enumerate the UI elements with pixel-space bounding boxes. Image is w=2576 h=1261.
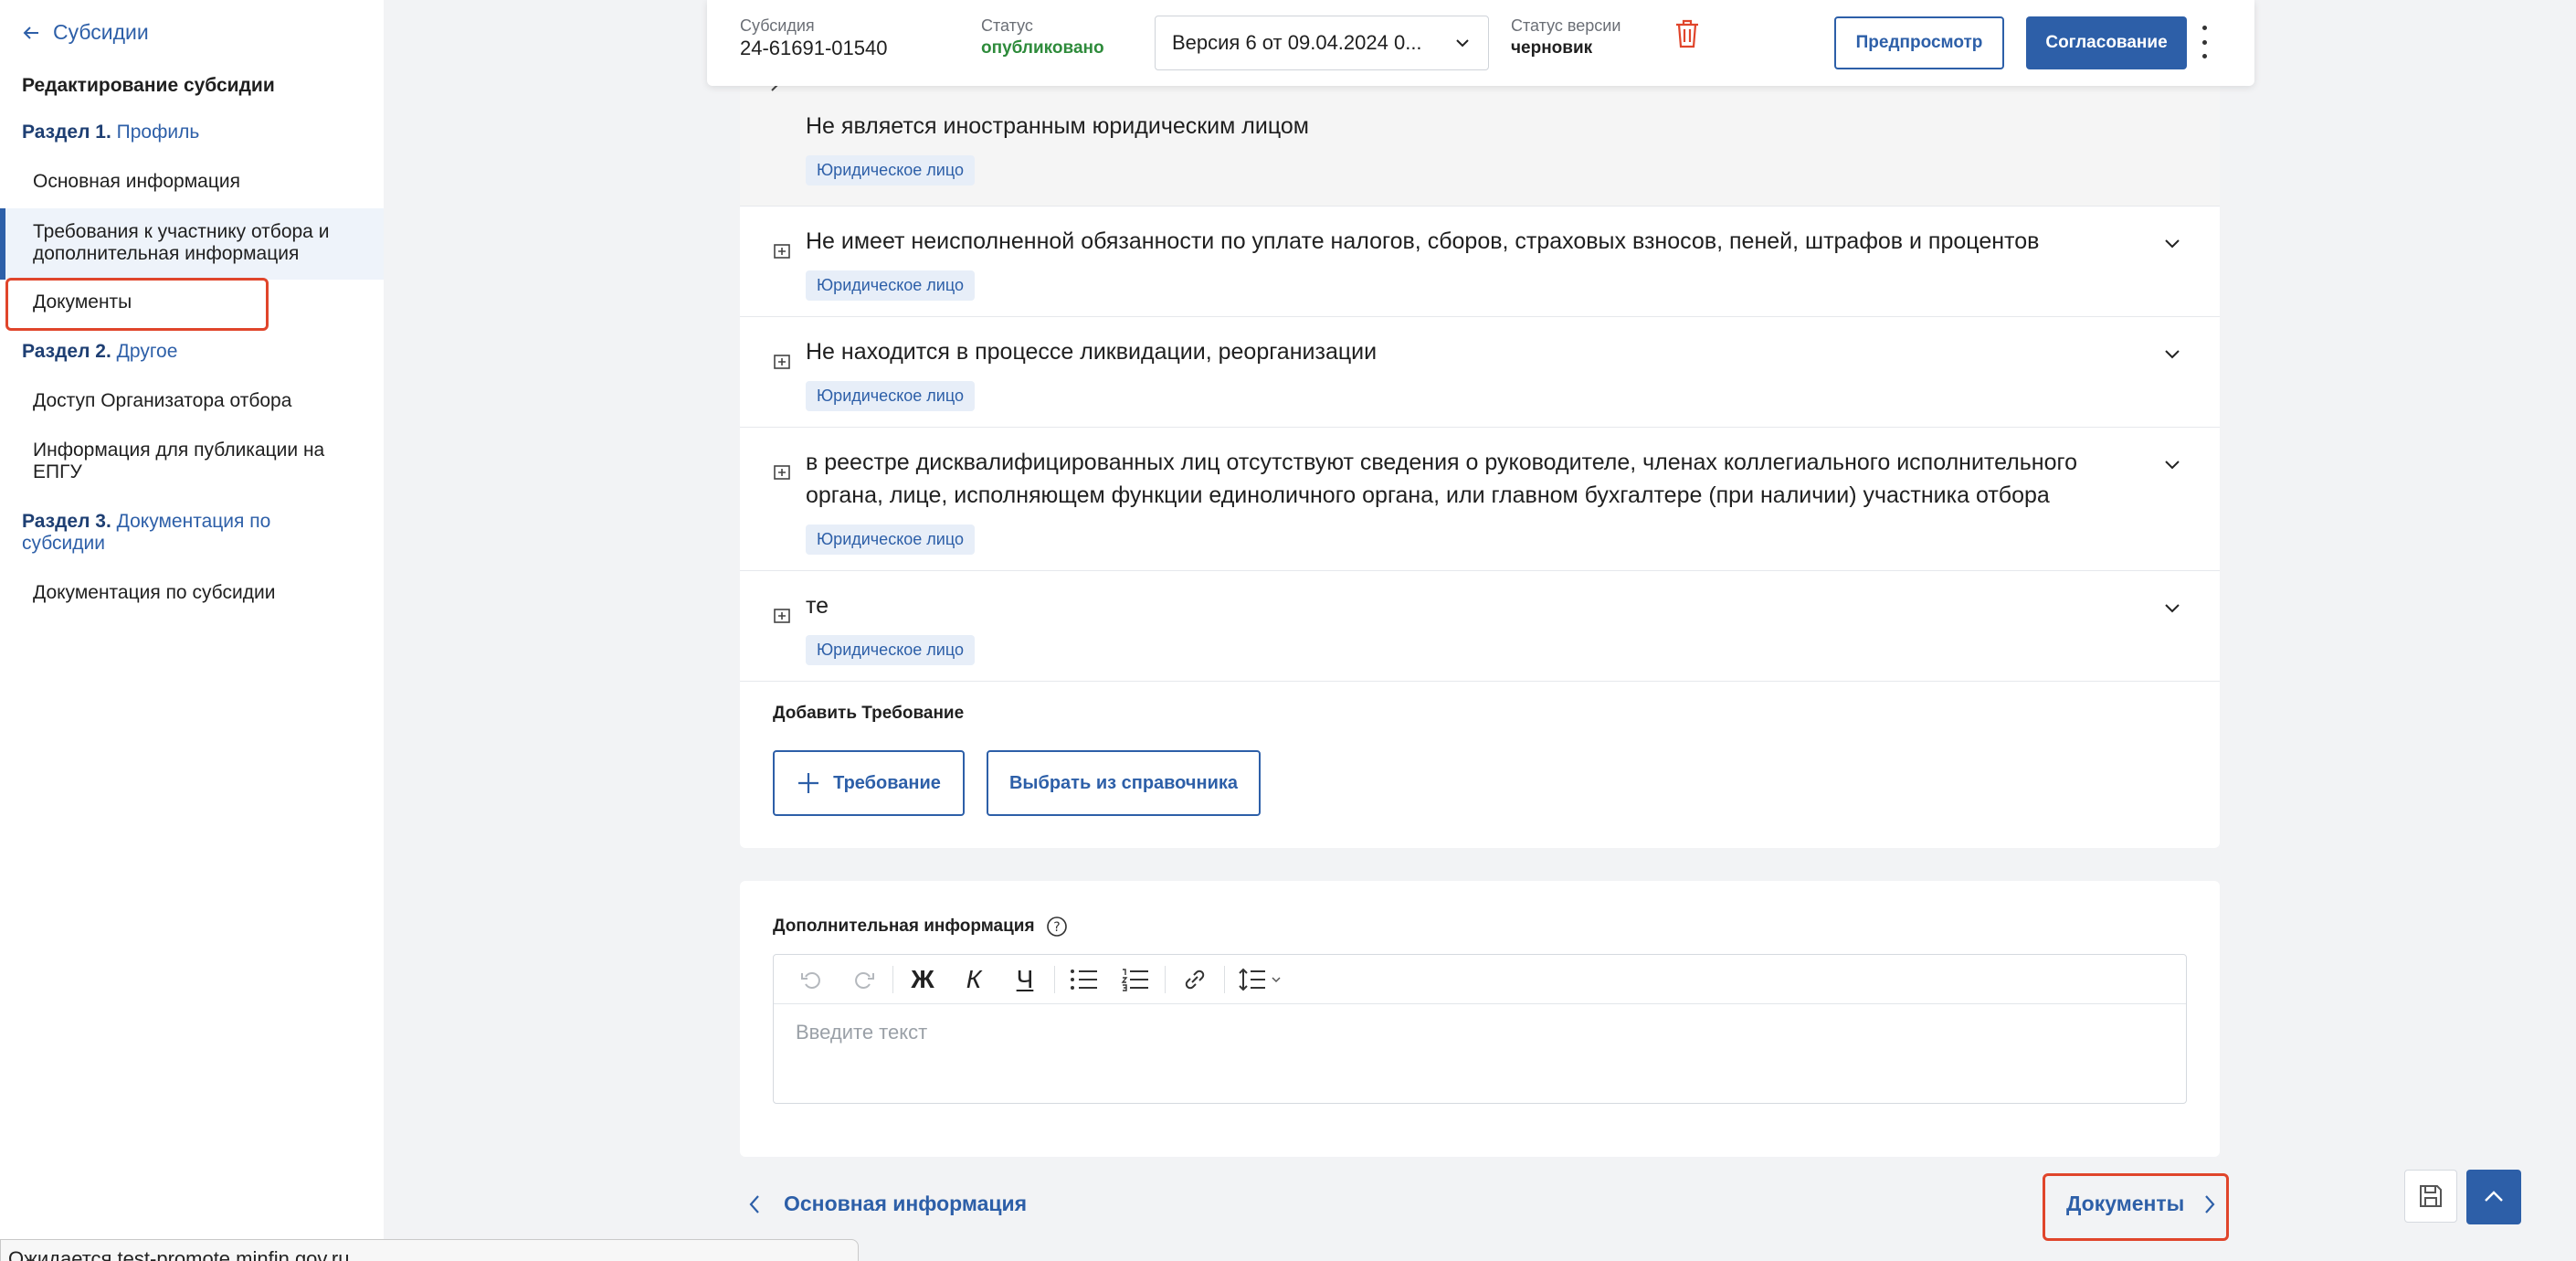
more-options-icon[interactable] [2200,26,2209,58]
chevron-up-icon [2485,1191,2503,1202]
editor-toolbar: Ж К Ч [774,955,2186,1004]
approve-button[interactable]: Согласование [2026,16,2187,69]
requirement-row[interactable]: те Юридическое лицо [740,571,2220,682]
version-select[interactable]: Версия 6 от 09.04.2024 0... [1155,16,1489,70]
requirement-tag: Юридическое лицо [806,381,975,411]
additional-info-header: Дополнительная информация ? [773,916,1068,938]
next-section-label: Документы [2066,1192,2185,1215]
section-2-label: Другое [116,341,178,362]
next-section-link[interactable]: Документы [2066,1192,2217,1216]
bullet-list-button[interactable] [1059,955,1110,1004]
back-link-label: Субсидии [53,20,149,44]
section-1-prefix: Раздел 1. [22,122,111,143]
top-header: Субсидия 24-61691-01540 Статус опубликов… [707,0,2254,86]
additional-info-card: Дополнительная информация ? Ж К Ч Введит… [740,881,2220,1157]
add-requirement-label: Требование [833,772,941,793]
back-link[interactable]: Субсидии [22,20,149,45]
subsidy-number: 24-61691-01540 [740,37,888,59]
arrow-left-icon [23,26,38,39]
expand-box-icon [774,609,790,623]
toolbar-divider [1224,965,1225,993]
bullet-list-icon [1071,969,1097,990]
preview-button[interactable]: Предпросмотр [1834,16,2004,69]
section-2-header[interactable]: Раздел 2. Другое [22,341,177,363]
save-draft-button[interactable] [2404,1170,2457,1223]
toolbar-divider [892,965,893,993]
chevron-down-icon[interactable] [2161,453,2183,475]
requirement-tag: Юридическое лицо [806,635,975,665]
add-requirement-title: Добавить Требование [773,704,965,723]
sidebar-item-documents[interactable]: Документы [0,291,384,313]
status-value: опубликовано [981,38,1104,58]
subsidy-label: Субсидия [740,16,815,35]
requirement-text: Не имеет неисполненной обязанности по уп… [806,228,2040,254]
numbered-list-icon [1121,968,1148,991]
prev-section-link[interactable]: Основная информация [747,1192,1027,1216]
section-1-header[interactable]: Раздел 1. Профиль [22,122,199,143]
chevron-down-icon [1456,39,1469,48]
sidebar: Субсидии Редактирование субсидии Раздел … [0,0,384,1261]
requirement-row[interactable]: Не имеет неисполненной обязанности по уп… [740,207,2220,317]
link-button[interactable] [1169,955,1220,1004]
redo-icon [855,971,874,989]
plus-icon [798,773,819,793]
requirement-text: Не является иностранным юридическим лицо… [806,113,1309,139]
requirement-text: Не находится в процессе ликвидации, реор… [806,339,1378,365]
section-3-header[interactable]: Раздел 3. Документация по субсидии [22,511,333,555]
sidebar-item-subsidy-docs[interactable]: Документация по субсидии [0,582,384,604]
prev-section-label: Основная информация [784,1192,1028,1215]
bold-button[interactable]: Ж [897,955,948,1004]
status-label: Статус [981,16,1033,35]
section-2-prefix: Раздел 2. [22,341,111,362]
requirement-tag: Юридическое лицо [806,155,975,185]
sidebar-item-epgu-info[interactable]: Информация для публикации на ЕПГУ [0,440,365,483]
italic-button[interactable]: К [948,955,999,1004]
requirement-tag: Юридическое лицо [806,525,975,555]
expand-box-icon [774,244,790,259]
numbered-list-button[interactable] [1110,955,1161,1004]
link-icon [1185,970,1205,989]
scroll-top-button[interactable] [2466,1170,2521,1224]
expand-box-icon [774,465,790,480]
sidebar-item-requirements[interactable]: Требования к участнику отбора и дополнит… [0,208,384,280]
section-3-prefix: Раздел 3. [22,511,111,532]
undo-icon [801,971,820,989]
undo-button[interactable] [787,955,838,1004]
save-icon [2420,1185,2442,1207]
sidebar-item-basic-info[interactable]: Основная информация [0,171,384,193]
svg-text:?: ? [1053,920,1060,935]
rich-text-editor[interactable]: Ж К Ч Введите текст [773,954,2187,1104]
pick-from-directory-button[interactable]: Выбрать из справочника [987,750,1261,816]
requirement-tag: Юридическое лицо [806,270,975,301]
sidebar-item-organizer-access[interactable]: Доступ Организатора отбора [0,390,384,412]
add-requirement-button[interactable]: Требование [773,750,965,816]
line-height-button[interactable] [1229,955,1293,1004]
redo-button[interactable] [838,955,889,1004]
additional-info-title: Дополнительная информация [773,917,1035,936]
requirement-row[interactable]: Не находится в процессе ликвидации, реор… [740,317,2220,428]
browser-status-bar: Ожидается test-promote.minfin.gov.ru... [0,1239,859,1261]
line-height-icon [1239,968,1281,991]
chevron-down-icon[interactable] [2161,597,2183,619]
toolbar-divider [1165,965,1166,993]
requirements-card: Не является иностранным юридическим лицо… [740,55,2220,848]
sidebar-title: Редактирование субсидии [22,75,275,96]
toolbar-divider [1054,965,1055,993]
requirement-row[interactable]: в реестре дисквалифицированных лиц отсут… [740,428,2220,571]
expand-box-icon [774,355,790,369]
section-1-label: Профиль [116,122,200,143]
requirement-text: в реестре дисквалифицированных лиц отсут… [806,450,2077,508]
chevron-left-icon [749,1194,759,1213]
underline-button[interactable]: Ч [999,955,1050,1004]
version-status-label: Статус версии [1511,16,1621,35]
requirement-text: те [806,593,829,619]
editor-placeholder: Введите текст [796,1021,928,1044]
help-icon[interactable]: ? [1046,916,1068,938]
trash-icon[interactable] [1673,18,1701,49]
version-status-value: черновик [1511,38,1593,58]
version-select-value: Версия 6 от 09.04.2024 0... [1172,31,1422,54]
chevron-right-icon [2205,1194,2215,1213]
chevron-down-icon[interactable] [2161,232,2183,254]
chevron-down-icon[interactable] [2161,343,2183,365]
